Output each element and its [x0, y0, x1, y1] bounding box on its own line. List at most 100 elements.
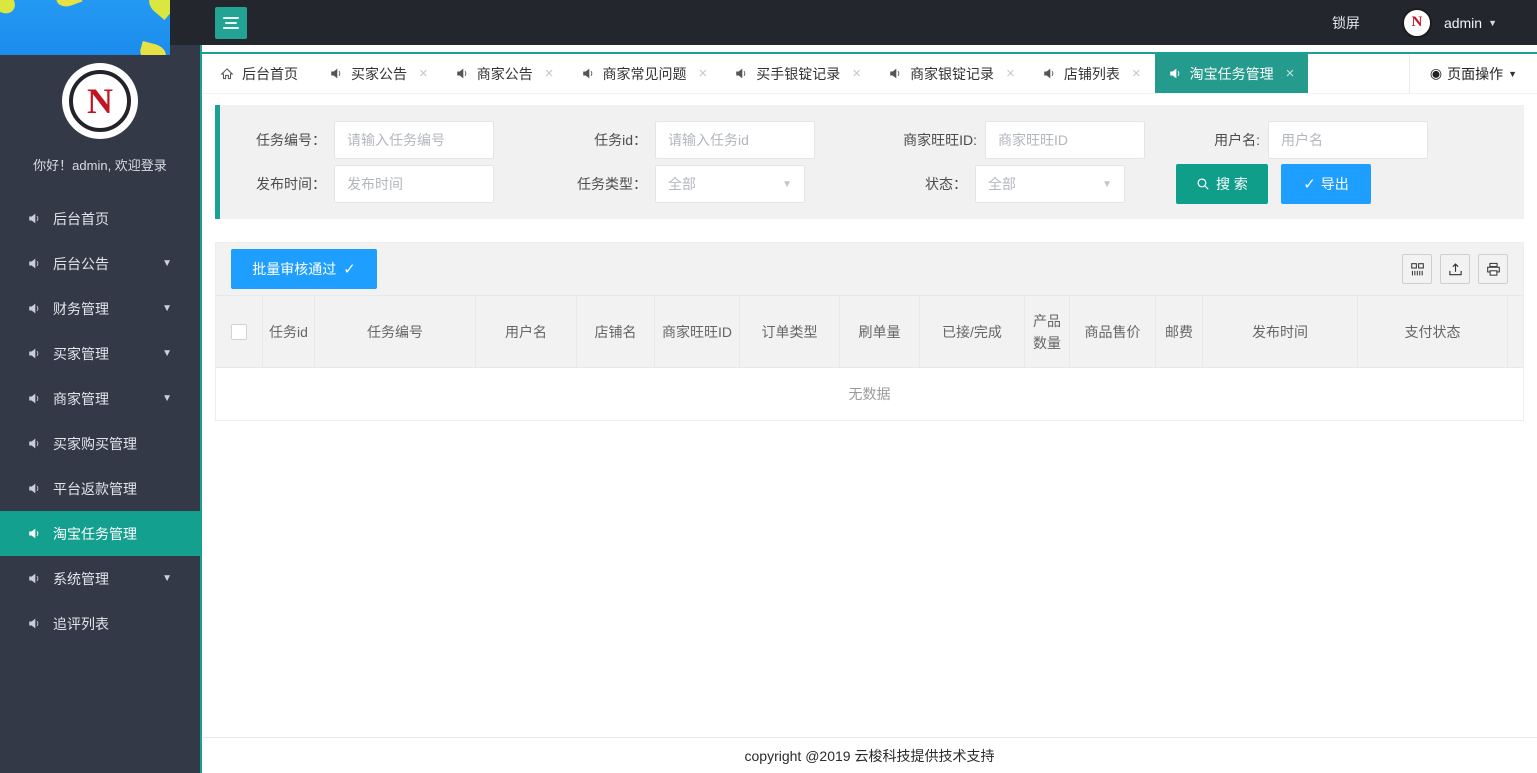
- speaker-icon: [28, 257, 41, 270]
- col-publish-time: 发布时间: [1203, 296, 1358, 367]
- status-select[interactable]: 全部 ▼: [975, 165, 1125, 203]
- speaker-icon: [456, 67, 469, 80]
- tab-dashboard[interactable]: 后台首页: [202, 54, 316, 93]
- close-icon[interactable]: ×: [1286, 65, 1295, 82]
- tab-buyer-announcements[interactable]: 买家公告 ×: [316, 54, 442, 93]
- print-button[interactable]: [1478, 254, 1508, 284]
- sidebar-item-dashboard[interactable]: 后台首页: [0, 196, 200, 241]
- task-no-label: 任务编号：: [226, 130, 326, 150]
- leaf-decoration-icon: [145, 0, 170, 20]
- brand-banner: [0, 0, 170, 55]
- col-wangwang-id: 商家旺旺ID: [655, 296, 740, 367]
- col-product-price: 商品售价: [1070, 296, 1156, 367]
- speaker-icon: [889, 67, 902, 80]
- chevron-down-icon: ▼: [162, 303, 172, 314]
- export-button[interactable]: ✓ 导出: [1281, 164, 1371, 204]
- topbar-right: 锁屏 N admin ▼: [1332, 8, 1497, 38]
- task-type-select[interactable]: 全部 ▼: [655, 165, 805, 203]
- close-icon[interactable]: ×: [1132, 65, 1141, 82]
- filter-task-type: 任务类型： 全部 ▼: [549, 165, 805, 203]
- batch-approve-button[interactable]: 批量审核通过 ✓: [231, 249, 377, 289]
- tab-merchant-ingot-records[interactable]: 商家银锭记录 ×: [875, 54, 1029, 93]
- search-button[interactable]: 搜 索: [1176, 164, 1268, 204]
- speaker-icon: [28, 527, 41, 540]
- page-actions-dropdown[interactable]: ◉ 页面操作 ▼: [1409, 54, 1537, 93]
- hamburger-menu-icon[interactable]: [215, 7, 247, 39]
- avatar[interactable]: N: [1402, 8, 1432, 38]
- sidebar-item-taobao-tasks[interactable]: 淘宝任务管理: [0, 511, 200, 556]
- tab-merchant-announcements[interactable]: 商家公告 ×: [442, 54, 568, 93]
- filter-task-id: 任务id：: [549, 121, 815, 159]
- lock-screen-button[interactable]: 锁屏: [1332, 13, 1360, 33]
- table-toolbar: 批量审核通过 ✓: [216, 243, 1523, 296]
- leaf-decoration-icon: [138, 41, 168, 55]
- sidebar-item-label: 后台首页: [53, 209, 109, 229]
- leaf-decoration-icon: [54, 0, 83, 10]
- columns-grid-icon: [1410, 262, 1425, 277]
- batch-approve-label: 批量审核通过: [252, 259, 336, 279]
- user-menu-caret-icon[interactable]: ▼: [1488, 18, 1497, 28]
- footer: copyright @2019 云梭科技提供技术支持: [202, 737, 1537, 773]
- sidebar-item-system[interactable]: 系统管理 ▼: [0, 556, 200, 601]
- filter-columns-button[interactable]: [1402, 254, 1432, 284]
- task-table-card: 批量审核通过 ✓ 任务id 任务编号 用户名 店铺名: [215, 242, 1524, 421]
- sidebar-item-label: 平台返款管理: [53, 479, 137, 499]
- task-id-label: 任务id：: [549, 130, 647, 150]
- chevron-down-icon: ▼: [782, 179, 792, 190]
- speaker-icon: [28, 347, 41, 360]
- leaf-decoration-icon: [0, 0, 19, 18]
- tab-merchant-faq[interactable]: 商家常见问题 ×: [568, 54, 722, 93]
- col-shop-name: 店铺名: [577, 296, 655, 367]
- select-all-checkbox[interactable]: [231, 324, 247, 340]
- tab-buyer-ingot-records[interactable]: 买手银锭记录 ×: [721, 54, 875, 93]
- chevron-down-icon: ▼: [162, 348, 172, 359]
- sidebar-item-announcements[interactable]: 后台公告 ▼: [0, 241, 200, 286]
- speaker-icon: [582, 67, 595, 80]
- close-icon[interactable]: ×: [699, 65, 708, 82]
- task-id-input[interactable]: [655, 121, 815, 159]
- tab-taobao-tasks[interactable]: 淘宝任务管理 ×: [1155, 54, 1309, 93]
- chevron-down-icon: ▼: [162, 573, 172, 584]
- col-pay-status: 支付状态: [1358, 296, 1508, 367]
- chevron-down-icon: ▼: [162, 258, 172, 269]
- username-label: 用户名:: [1192, 130, 1260, 150]
- search-button-label: 搜 索: [1216, 174, 1248, 194]
- close-icon[interactable]: ×: [1006, 65, 1015, 82]
- wangwang-id-input[interactable]: [985, 121, 1145, 159]
- col-accepted-completed: 已接/完成: [920, 296, 1025, 367]
- sidebar-item-buyer-purchases[interactable]: 买家购买管理: [0, 421, 200, 466]
- sidebar-item-finance[interactable]: 财务管理 ▼: [0, 286, 200, 331]
- avatar-letter: N: [1412, 14, 1423, 31]
- main-content: 后台首页 买家公告 × 商家公告 × 商家常见问题 × 买手银锭记录 × 商家银…: [200, 45, 1537, 773]
- sidebar-item-merchants[interactable]: 商家管理 ▼: [0, 376, 200, 421]
- tab-label: 后台首页: [242, 64, 298, 84]
- export-table-button[interactable]: [1440, 254, 1470, 284]
- close-icon[interactable]: ×: [545, 65, 554, 82]
- export-tray-icon: [1448, 262, 1463, 277]
- sidebar-item-buyers[interactable]: 买家管理 ▼: [0, 331, 200, 376]
- topbar: 锁屏 N admin ▼: [0, 0, 1537, 45]
- sidebar-item-platform-refunds[interactable]: 平台返款管理: [0, 466, 200, 511]
- filter-wangwang-id: 商家旺旺ID:: [873, 121, 1145, 159]
- speaker-icon: [1043, 67, 1056, 80]
- close-icon[interactable]: ×: [419, 65, 428, 82]
- sidebar-item-label: 后台公告: [53, 254, 109, 274]
- close-icon[interactable]: ×: [852, 65, 861, 82]
- publish-time-input[interactable]: [334, 165, 494, 203]
- status-label: 状态：: [863, 174, 967, 194]
- tab-shop-list[interactable]: 店铺列表 ×: [1029, 54, 1155, 93]
- sidebar-item-followup-reviews[interactable]: 追评列表: [0, 601, 200, 646]
- tab-label: 商家银锭记录: [910, 64, 994, 84]
- tab-bar: 后台首页 买家公告 × 商家公告 × 商家常见问题 × 买手银锭记录 × 商家银…: [202, 52, 1537, 94]
- fisheye-icon: ◉: [1430, 65, 1442, 82]
- sidebar-item-label: 追评列表: [53, 614, 109, 634]
- speaker-icon: [28, 482, 41, 495]
- speaker-icon: [1169, 67, 1182, 80]
- filter-panel: 任务编号： 任务id： 商家旺旺ID: 用户名: 发布时间： 任务类型: [215, 105, 1524, 219]
- col-task-no: 任务编号: [315, 296, 476, 367]
- username-input[interactable]: [1268, 121, 1428, 159]
- table-tool-icons: [1402, 254, 1508, 284]
- page-actions-label: 页面操作: [1447, 64, 1503, 84]
- task-no-input[interactable]: [334, 121, 494, 159]
- username-label[interactable]: admin: [1444, 15, 1482, 31]
